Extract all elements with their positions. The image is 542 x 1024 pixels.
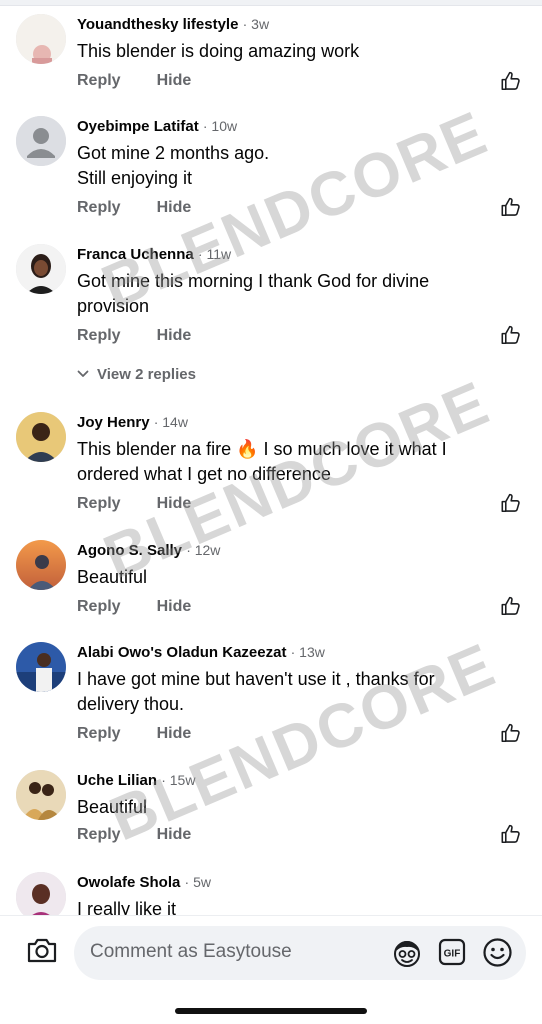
avatar-sticker-icon[interactable] (392, 938, 422, 968)
comment-time: · 15w (161, 772, 196, 788)
comment-placeholder: Comment as Easytouse (90, 941, 292, 962)
thumbs-up-icon[interactable] (500, 492, 522, 514)
comment-text: This blender is doing amazing work (77, 41, 360, 61)
reply-button[interactable]: Reply (77, 327, 121, 344)
comment-input[interactable]: Comment as Easytouse GIF (74, 926, 526, 980)
comment-time: · 14w (153, 414, 188, 430)
thumbs-up-icon[interactable] (500, 823, 522, 845)
comment-text: Beautiful (77, 567, 148, 587)
comment-time: · 11w (197, 246, 232, 262)
reply-button[interactable]: Reply (77, 495, 121, 512)
hide-button[interactable]: Hide (157, 495, 192, 512)
hide-button[interactable]: Hide (157, 826, 192, 843)
thumbs-up-icon[interactable] (500, 196, 522, 218)
home-indicator[interactable] (175, 1008, 367, 1014)
comment-text-line: Still enjoying it (77, 168, 193, 188)
comment-time: · 13w (290, 644, 325, 660)
reply-button[interactable]: Reply (77, 199, 121, 216)
emoji-icon[interactable] (482, 937, 513, 968)
thumbs-up-icon[interactable] (500, 70, 522, 92)
avatar[interactable] (16, 770, 66, 820)
avatar[interactable] (16, 116, 66, 166)
comment-time: · 10w (202, 118, 238, 134)
thumbs-up-icon[interactable] (500, 595, 522, 617)
comment-author[interactable]: Agono S. Sally (77, 542, 182, 559)
comment-time: · 3w (242, 16, 270, 32)
avatar[interactable] (16, 412, 66, 462)
comment-time: · 5w (184, 874, 211, 890)
gif-icon[interactable]: GIF (438, 938, 466, 966)
comment-text: Got mine 2 months ago. Still enjoying it (77, 141, 497, 191)
hide-button[interactable]: Hide (157, 598, 192, 615)
comment-author[interactable]: Youandthesky lifestyle (77, 16, 238, 33)
camera-icon[interactable] (26, 936, 58, 964)
comment-author[interactable]: Owolafe Shola (77, 874, 180, 891)
comment-time: · 12w (186, 542, 221, 558)
thumbs-up-icon[interactable] (500, 324, 522, 346)
comment-author[interactable]: Alabi Owo's Oladun Kazeezat (77, 644, 286, 661)
svg-text:GIF: GIF (444, 949, 461, 960)
reply-button[interactable]: Reply (77, 826, 121, 843)
hide-button[interactable]: Hide (157, 327, 192, 344)
hide-button[interactable]: Hide (157, 725, 192, 742)
reply-button[interactable]: Reply (77, 72, 121, 89)
comment-text: Beautiful (77, 797, 148, 817)
comment-list: Youandthesky lifestyle · 3w This blender… (0, 0, 542, 915)
comment-text: I have got mine but haven't use it , tha… (77, 669, 435, 714)
avatar[interactable] (16, 872, 66, 915)
thumbs-up-icon[interactable] (500, 722, 522, 744)
comment-composer: Comment as Easytouse GIF (0, 915, 542, 990)
hide-button[interactable]: Hide (157, 72, 192, 89)
hide-button[interactable]: Hide (157, 199, 192, 216)
avatar[interactable] (16, 244, 66, 294)
comment-author[interactable]: Uche Lilian (77, 772, 157, 789)
comment-text-line: Got mine 2 months ago. (77, 143, 270, 163)
chevron-down-icon (77, 370, 89, 377)
view-replies-label: View 2 replies (97, 366, 196, 383)
comment-author[interactable]: Joy Henry (77, 414, 150, 431)
comment-author[interactable]: Franca Uchenna (77, 246, 194, 263)
avatar[interactable] (16, 540, 66, 590)
comment-text: Got mine this morning I thank God for di… (77, 271, 430, 316)
comment-text: I really like it (77, 899, 177, 915)
comment-text-part: This blender na fire (77, 439, 237, 459)
reply-button[interactable]: Reply (77, 598, 121, 615)
reply-button[interactable]: Reply (77, 725, 121, 742)
view-replies-link[interactable]: View 2 replies (77, 366, 196, 383)
comment-author[interactable]: Oyebimpe Latifat (77, 118, 199, 135)
avatar[interactable] (16, 642, 66, 692)
fire-emoji: 🔥 (236, 439, 259, 459)
avatar[interactable] (16, 14, 66, 64)
comment-text: This blender na fire 🔥 I so much love it… (77, 437, 497, 487)
